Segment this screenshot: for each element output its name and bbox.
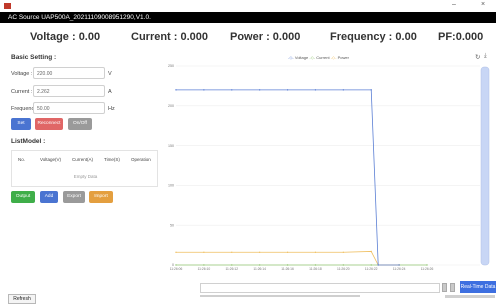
x-tick-label: 11:26:10 [198,267,211,271]
x-tick-label: 11:26:12 [225,267,238,271]
data-point-current [342,264,345,266]
basic-setting-title: Basic Setting : [11,54,57,61]
series-line-voltage [176,89,400,266]
data-point-voltage [258,89,261,91]
voltage-input[interactable]: 220.00 [33,67,105,79]
list-model-title: ListModel : [11,138,46,145]
pause-bar-right[interactable] [450,283,455,292]
x-tick-label: 11:26:20 [337,267,350,271]
realtime-chart: -◇- Voltage -◇- Current -◇- Power ↻ ⤓ 05… [163,53,493,276]
data-point-voltage [377,264,379,266]
left-panel: Basic Setting : Voltage : 220.00 V Curre… [0,52,161,290]
data-point-power [231,251,233,253]
x-tick-label: 11:26:18 [309,267,322,271]
export-button[interactable]: Export [63,191,85,203]
vertical-zoom-bar [480,66,490,266]
data-point-voltage [314,89,317,91]
data-point-voltage [175,89,177,91]
y-tick-label: 250 [168,64,174,68]
data-point-voltage [370,89,372,91]
pause-bar-left[interactable] [442,283,447,292]
data-point-current [175,264,177,266]
y-tick-label: 50 [170,223,174,227]
output-button[interactable]: Output [11,191,35,203]
column-header-no: No. [18,157,26,162]
realtime-field[interactable] [200,283,440,293]
current-unit: A [108,89,112,95]
x-tick-label: 11:26:16 [281,267,294,271]
data-point-current [426,264,428,266]
data-point-voltage [203,89,205,91]
column-header-time: Time(S) [104,157,120,162]
data-point-power [258,251,261,253]
app-title-bar: AC Source UAP500A_20211109008951290,V1.0… [0,12,496,23]
column-header-current: Current(A) [72,157,94,162]
data-point-power [342,251,345,253]
bottom-bar: Real-Time Data Refresh [0,281,496,304]
current-input[interactable]: 2.262 [33,85,105,97]
series-line-power [176,251,400,266]
x-tick-label: 11:26:14 [253,267,266,271]
reconnect-button[interactable]: Reconnect [35,118,63,130]
data-point-power [370,250,372,253]
data-point-power [175,251,177,253]
column-header-voltage: Voltage(V) [40,157,62,162]
realtime-data-button[interactable]: Real-Time Data [460,281,496,293]
empty-data-text: Empty Data [73,174,98,179]
metrics-bar: Voltage : 0.00 Current : 0.000 Power : 0… [0,23,496,49]
data-point-current [258,264,261,266]
app-icon [4,3,11,9]
window-top-bar: – × [0,0,496,12]
data-point-voltage [342,89,345,91]
data-point-power [203,251,205,253]
import-button[interactable]: Import [89,191,113,203]
data-point-current [203,264,205,266]
onoff-button[interactable]: On/Off [68,118,92,130]
data-point-current [370,264,372,266]
data-point-current [231,264,233,266]
x-tick-label: 11:26:26 [421,267,434,271]
data-point-power [286,251,289,253]
frequency-input[interactable]: 50.00 [33,102,105,114]
voltage-readout: Voltage : 0.00 [30,31,101,43]
add-button[interactable]: Add [40,191,58,203]
y-tick-label: 150 [168,144,174,148]
column-header-operation: Operation [131,157,151,162]
current-label: Current : [11,89,33,95]
data-point-voltage [231,89,233,91]
set-button[interactable]: Set [11,118,31,130]
list-table: No. Voltage(V) Current(A) Time(S) Operat… [11,150,158,187]
data-point-power [314,251,317,253]
y-tick-label: 100 [168,184,174,188]
data-point-current [314,264,317,266]
x-tick-label: 11:26:22 [365,267,378,271]
horizontal-scrollbar[interactable] [200,295,360,297]
close-button[interactable]: × [481,1,485,8]
horizontal-scrollbar-right[interactable] [445,295,495,298]
pf-readout: PF:0.000 [438,31,484,43]
frequency-unit: Hz [108,106,115,112]
frequency-readout: Frequency : 0.00 [330,31,417,43]
data-point-current [286,264,289,266]
minimize-button[interactable]: – [452,1,456,8]
data-point-voltage [398,264,400,266]
x-tick-label: 11:26:24 [393,267,406,271]
voltage-unit: V [108,71,112,77]
refresh-button[interactable]: Refresh [8,294,36,304]
power-readout: Power : 0.000 [230,31,301,43]
x-tick-label: 11:26:06 [170,267,183,271]
voltage-label: Voltage : [11,71,33,77]
data-point-voltage [286,89,289,91]
current-readout: Current : 0.000 [131,31,209,43]
y-tick-label: 200 [168,104,174,108]
chart-canvas: 05010015020025011:26:06 11:26:10 11:26:12 1… [168,64,490,271]
